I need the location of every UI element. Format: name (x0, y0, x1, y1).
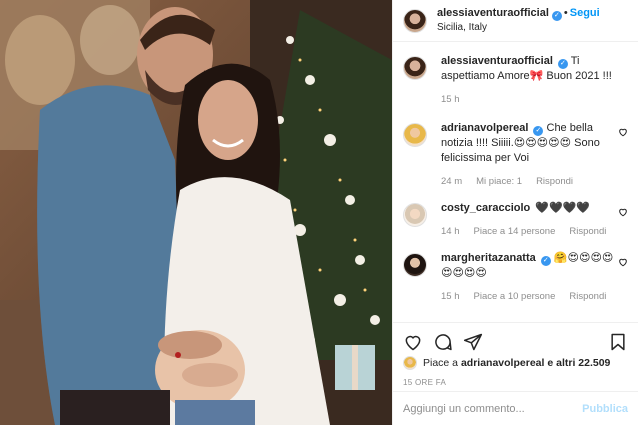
verified-badge-icon: ✓ (551, 11, 562, 21)
comment-username[interactable]: margheritazanatta (441, 252, 536, 264)
post-location[interactable]: Sicilia, Italy (437, 21, 600, 35)
author-username[interactable]: alessiaventuraofficial (437, 7, 549, 19)
comment-body: margheritazanatta ✓ 🤗😍😍😍😍😍😍😍😍 15 h Piace … (441, 251, 621, 304)
comment-time[interactable]: 15 h (441, 289, 460, 304)
comment-meta: 15 h Piace a 10 persone Rispondi (441, 289, 621, 304)
caption-time[interactable]: 15 h (441, 92, 460, 107)
caption-body: alessiaventuraofficial ✓ Ti aspettiamo Am… (441, 54, 621, 107)
verified-badge-icon: ✓ (540, 256, 551, 266)
header-text: alessiaventuraofficial ✓ • Segui Sicilia, I… (437, 6, 600, 35)
liker-username[interactable]: adrianavolpereal (461, 357, 544, 369)
comment-meta: 24 m Mi piace: 1 Rispondi (441, 174, 621, 189)
reply-button[interactable]: Rispondi (569, 289, 606, 304)
caption-author-username[interactable]: alessiaventuraofficial (441, 55, 553, 67)
reply-button[interactable]: Rispondi (569, 224, 606, 239)
comment-item: margheritazanatta ✓ 🤗😍😍😍😍😍😍😍😍 15 h Piace … (393, 251, 638, 304)
post-actions (393, 322, 638, 354)
caption-author-avatar[interactable] (403, 56, 427, 80)
add-comment-bar: Pubblica (393, 391, 638, 425)
dot-separator: • (563, 7, 568, 19)
comment-time[interactable]: 14 h (441, 224, 460, 239)
save-bookmark-icon[interactable] (608, 332, 628, 352)
comment-item: adrianavolpereal ✓ Che bella notizia !!!!… (393, 121, 638, 189)
couple-photo-illustration (0, 0, 392, 425)
comment-likes[interactable]: Piace a 14 persone (474, 224, 556, 239)
post-header: alessiaventuraofficial ✓ • Segui Sicilia, I… (393, 0, 638, 42)
comment-input[interactable] (403, 402, 583, 415)
comment-meta: 14 h Piace a 14 persone Rispondi (441, 224, 621, 239)
commenter-avatar[interactable] (403, 123, 427, 147)
comment-body: adrianavolpereal ✓ Che bella notizia !!!!… (441, 121, 621, 189)
share-paper-plane-icon[interactable] (463, 332, 483, 352)
follow-button[interactable]: Segui (570, 7, 600, 19)
verified-badge-icon: ✓ (533, 126, 544, 136)
likes-others[interactable]: e altri 22.509 (547, 357, 610, 369)
post-timestamp[interactable]: 15 ORE FA (403, 378, 446, 387)
comment-likes[interactable]: Mi piace: 1 (476, 174, 522, 189)
comment-body: costy_caracciolo 🖤🖤🖤🖤 14 h Piace a 14 pe… (441, 201, 621, 239)
comment-likes[interactable]: Piace a 10 persone (474, 289, 556, 304)
like-comment-heart-icon[interactable] (618, 207, 628, 217)
comment-username[interactable]: costy_caracciolo (441, 202, 530, 214)
comments-list[interactable]: alessiaventuraofficial ✓ Ti aspettiamo Am… (393, 54, 638, 322)
reply-button[interactable]: Rispondi (536, 174, 573, 189)
comment-text: 🖤🖤🖤🖤 (535, 202, 591, 214)
commenter-avatar[interactable] (403, 253, 427, 277)
post-photo[interactable] (0, 0, 392, 425)
post-side-panel: alessiaventuraofficial ✓ • Segui Sicilia, I… (392, 0, 638, 425)
like-comment-heart-icon[interactable] (618, 257, 628, 267)
comment-bubble-icon[interactable] (433, 332, 453, 352)
caption-meta: 15 h (441, 92, 621, 107)
verified-badge-icon: ✓ (557, 59, 568, 69)
author-avatar[interactable] (403, 8, 427, 33)
like-comment-heart-icon[interactable] (618, 127, 628, 137)
comment-time[interactable]: 24 m (441, 174, 462, 189)
likes-summary: Piace a adrianavolpereal e altri 22.509 (403, 356, 628, 370)
liker-avatar[interactable] (403, 356, 417, 370)
comment-item: costy_caracciolo 🖤🖤🖤🖤 14 h Piace a 14 pe… (393, 201, 638, 239)
likes-prefix: Piace a (423, 357, 459, 369)
comment-username[interactable]: adrianavolpereal (441, 122, 528, 134)
like-heart-icon[interactable] (403, 332, 423, 352)
commenter-avatar[interactable] (403, 203, 427, 227)
caption-item: alessiaventuraofficial ✓ Ti aspettiamo Am… (393, 54, 638, 107)
publish-button[interactable]: Pubblica (582, 403, 628, 415)
